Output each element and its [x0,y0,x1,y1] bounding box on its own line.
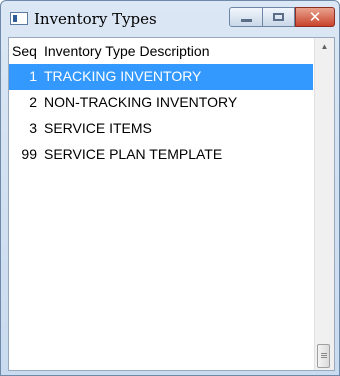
maximize-button[interactable] [263,7,295,27]
maximize-icon [273,13,284,21]
minimize-button[interactable] [229,7,263,27]
list-row[interactable]: 1 TRACKING INVENTORY [9,64,313,90]
row-seq: 2 [29,94,37,110]
grip-icon [321,353,327,354]
app-window-icon[interactable] [10,12,28,25]
window-title: Inventory Types [34,10,157,28]
row-seq: 3 [29,120,37,136]
column-header-seq[interactable]: Seq [12,43,37,59]
list-row[interactable]: 99 SERVICE PLAN TEMPLATE [9,142,313,168]
list-rows: 1 TRACKING INVENTORY 2 NON-TRACKING INVE… [9,64,313,168]
scrollbar-thumb[interactable] [317,344,330,368]
minimize-icon [240,18,252,22]
list-row[interactable]: 2 NON-TRACKING INVENTORY [9,90,313,116]
close-icon: ✕ [308,7,322,26]
row-description: SERVICE PLAN TEMPLATE [44,146,223,162]
close-button[interactable]: ✕ [295,7,335,27]
title-bar[interactable]: Inventory Types ✕ [1,1,339,35]
row-description: SERVICE ITEMS [44,120,152,136]
scroll-up-arrow-icon[interactable]: ▲ [315,38,334,55]
column-header-description[interactable]: Inventory Type Description [44,43,210,59]
row-seq: 1 [29,68,37,84]
list-header: Seq Inventory Type Description [9,38,313,60]
inventory-type-list[interactable]: Seq Inventory Type Description 1 TRACKIN… [8,37,335,371]
row-description: NON-TRACKING INVENTORY [44,94,238,110]
row-description: TRACKING INVENTORY [44,68,202,84]
inventory-types-window: Inventory Types ✕ Seq Inventory Type Des… [0,0,340,376]
list-row[interactable]: 3 SERVICE ITEMS [9,116,313,142]
vertical-scrollbar[interactable]: ▲ [314,38,334,370]
row-seq: 99 [21,146,37,162]
